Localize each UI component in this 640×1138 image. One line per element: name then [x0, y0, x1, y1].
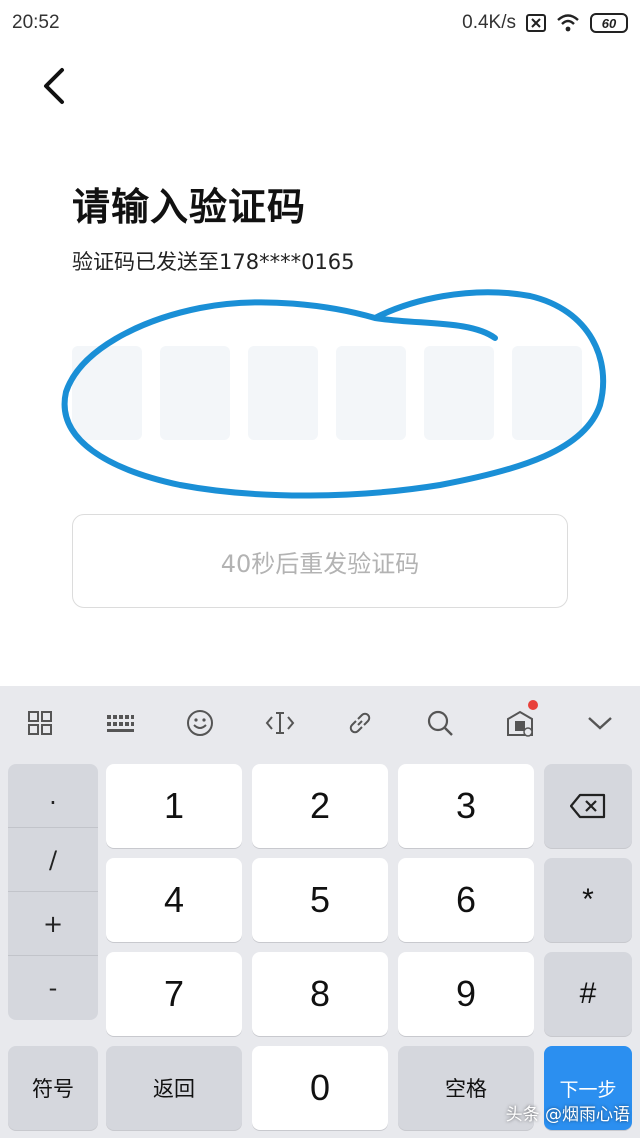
key-4[interactable]: 4 — [106, 858, 242, 942]
page-title: 请输入验证码 — [72, 185, 307, 229]
key-minus[interactable]: - — [8, 956, 98, 1020]
key-star[interactable]: * — [544, 858, 632, 942]
wifi-icon — [556, 14, 580, 32]
key-7[interactable]: 7 — [106, 952, 242, 1036]
toolbar-cursor-button[interactable] — [240, 686, 320, 760]
emoji-icon — [187, 710, 213, 736]
chevron-down-icon — [588, 717, 612, 730]
phone-hint: 验证码已发送至178****0165 — [72, 250, 355, 274]
key-slash[interactable]: / — [8, 828, 98, 892]
toolbar-keyboard-button[interactable] — [80, 686, 160, 760]
toolbar-link-button[interactable] — [320, 686, 400, 760]
chevron-left-icon — [44, 68, 64, 104]
return-key[interactable]: 返回 — [106, 1046, 242, 1130]
link-icon — [349, 712, 371, 734]
key-5[interactable]: 5 — [252, 858, 388, 942]
verification-screen: 20:52 0.4K/s 60 请输入验证码 验证码已发送至178****016… — [0, 0, 640, 1138]
code-box-3[interactable] — [248, 346, 318, 440]
status-bar: 20:52 0.4K/s 60 — [0, 0, 640, 46]
symbol-column[interactable]: . / + - — [8, 764, 98, 1020]
sim-off-icon — [526, 14, 546, 32]
code-box-5[interactable] — [424, 346, 494, 440]
key-9[interactable]: 9 — [398, 952, 534, 1036]
keyboard-icon — [107, 715, 134, 732]
key-1[interactable]: 1 — [106, 764, 242, 848]
code-box-2[interactable] — [160, 346, 230, 440]
code-box-4[interactable] — [336, 346, 406, 440]
toolbar-search-button[interactable] — [400, 686, 480, 760]
keyboard-toolbar — [0, 686, 640, 760]
resend-code-button[interactable]: 40秒后重发验证码 — [72, 514, 568, 608]
backspace-icon — [570, 793, 606, 819]
symbols-key[interactable]: 符号 — [8, 1046, 98, 1130]
status-right: 0.4K/s 60 — [462, 12, 628, 34]
key-6[interactable]: 6 — [398, 858, 534, 942]
toolbar-collapse-button[interactable] — [560, 686, 640, 760]
toolbar-app-button[interactable] — [480, 686, 560, 760]
back-button[interactable] — [30, 62, 78, 110]
app-icon — [507, 710, 533, 737]
numeric-keyboard: . / + - 1 2 3 4 5 6 * 7 8 9 # 符号 返回 0 空格… — [0, 686, 640, 1138]
key-0[interactable]: 0 — [252, 1046, 388, 1130]
key-8[interactable]: 8 — [252, 952, 388, 1036]
toolbar-grid-button[interactable] — [0, 686, 80, 760]
watermark: 头条 @烟雨心语 — [505, 1105, 630, 1125]
battery-icon: 60 — [590, 13, 628, 33]
key-dot[interactable]: . — [8, 764, 98, 828]
key-3[interactable]: 3 — [398, 764, 534, 848]
key-plus[interactable]: + — [8, 892, 98, 956]
toolbar-emoji-button[interactable] — [160, 686, 240, 760]
net-speed: 0.4K/s — [462, 12, 516, 33]
notification-dot — [528, 700, 538, 710]
grid-icon — [28, 711, 52, 735]
delete-key[interactable] — [544, 764, 632, 848]
status-time: 20:52 — [12, 12, 60, 33]
code-box-6[interactable] — [512, 346, 582, 440]
search-icon — [427, 710, 453, 736]
code-box-1[interactable] — [72, 346, 142, 440]
cursor-icon — [265, 712, 295, 734]
key-2[interactable]: 2 — [252, 764, 388, 848]
key-hash[interactable]: # — [544, 952, 632, 1036]
code-input-row[interactable] — [72, 346, 582, 440]
